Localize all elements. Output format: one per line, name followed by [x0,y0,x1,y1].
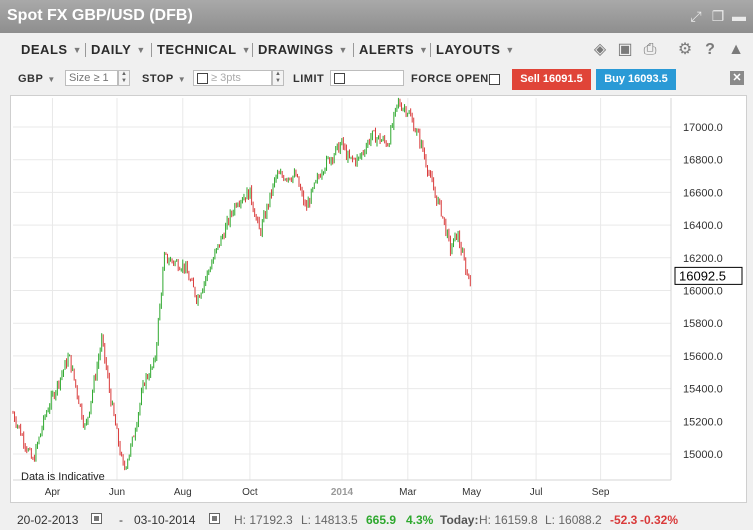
chevron-down-icon: ▼ [177,75,187,84]
stop-placeholder: ≥ 3pts [211,72,241,84]
toolbar-divider [430,43,431,57]
stop-input[interactable]: ≥ 3pts [193,70,272,86]
chevron-down-icon: ▼ [241,45,252,55]
x-tick-label: 2014 [331,487,354,498]
menu-alerts-label: ALERTS [359,42,414,57]
end-date[interactable]: 03-10-2014 [134,513,195,527]
y-tick-label: 15800.0 [683,318,723,330]
stop-checkbox[interactable] [197,73,208,84]
buy-button[interactable]: Buy 16093.5 [596,69,676,90]
toolbar-divider [151,43,152,57]
chevron-down-icon: ▼ [47,75,56,84]
x-tick-label: Apr [45,487,61,498]
stop-stepper[interactable]: ▲ ▼ [272,70,284,86]
x-tick-label: Oct [242,487,258,498]
menu-drawings[interactable]: DRAWINGS ▼ [258,42,348,57]
toolbar-divider [353,43,354,57]
menu-layouts[interactable]: LAYOUTS ▼ [436,42,515,57]
chevron-down-icon: ▼ [505,45,515,55]
x-tick-label: Jun [109,487,125,498]
today-change-pct: -0.32% [640,513,679,527]
period-change: 665.9 [366,513,397,527]
y-tick-label: 16000.0 [683,286,723,298]
today-low: L: 16088.2 [545,513,602,527]
x-tick-label: Sep [592,487,610,498]
calendar-icon[interactable] [209,513,220,524]
y-tick-label: 15200.0 [683,416,723,428]
title-bar: Spot FX GBP/USD (DFB) ⤢ ❐ ▬ [0,0,753,33]
force-open-label: FORCE OPEN [411,73,489,85]
y-tick-label: 16400.0 [683,220,723,232]
menu-technical-label: TECHNICAL [157,42,237,57]
x-tick-label: Jul [530,487,543,498]
y-tick-label: 17000.0 [683,122,723,134]
price-chart[interactable]: 15000.0 15200.0 15400.0 15600.0 15800.0 16000… [11,96,746,502]
size-input[interactable] [65,70,118,86]
y-tick-label: 16600.0 [683,187,723,199]
calendar-icon[interactable] [91,513,102,524]
limit-input[interactable] [330,70,404,86]
chevron-down-icon: ▼ [72,45,82,55]
gear-icon[interactable]: ⚙ [676,41,694,59]
limit-checkbox[interactable] [334,73,345,84]
currency-label: GBP [18,73,44,85]
limit-label: LIMIT [293,73,325,85]
menu-daily-label: DAILY [91,42,132,57]
restore-window-icon[interactable]: ❐ [710,8,726,24]
today-label: Today: [440,513,479,527]
y-tick-label: 15400.0 [683,384,723,396]
sell-button[interactable]: Sell 16091.5 [512,69,591,90]
size-stepper[interactable]: ▲ ▼ [118,70,130,86]
image-icon[interactable]: ▣ [616,41,634,59]
date-separator: - [119,513,123,527]
chart-window: Spot FX GBP/USD (DFB) ⤢ ❐ ▬ DEALS ▼ DAILY… [0,0,753,530]
menu-daily[interactable]: DAILY ▼ [91,42,146,57]
chevron-down-icon: ▼ [419,45,429,55]
toolbar-divider [252,43,253,57]
x-tick-label: May [462,487,481,498]
status-bar: 20-02-2013 - 03-10-2014 H: 17192.3 L: 14… [0,508,753,530]
force-open-checkbox[interactable] [489,74,500,85]
chevron-down-icon: ▼ [136,45,146,55]
expand-icon[interactable]: ⤢ [688,8,704,24]
today-high: H: 16159.8 [479,513,538,527]
deal-ticket-bar: GBP▼ ▲▼ STOP▼ ≥ 3pts ▲▼ LIMIT FORCE OPEN… [0,67,753,93]
y-tick-label: 15600.0 [683,351,723,363]
period-low: L: 14813.5 [301,513,358,527]
stop-label: STOP [142,73,174,85]
print-icon[interactable]: ⎙ [641,41,659,59]
menu-deals-label: DEALS [21,42,68,57]
stop-select[interactable]: STOP ▼ [142,73,186,85]
y-tick-label: 15000.0 [683,449,723,461]
chart-toolbar: DEALS ▼ DAILY ▼ TECHNICAL ▼ DRAWINGS ▼ ALERT… [0,33,753,67]
menu-alerts[interactable]: ALERTS ▼ [359,42,428,57]
toolbar-divider [85,43,86,57]
last-price-label: 16092.5 [679,268,726,283]
start-date[interactable]: 20-02-2013 [17,513,78,527]
menu-deals[interactable]: DEALS ▼ [21,42,82,57]
y-tick-label: 16800.0 [683,155,723,167]
period-high: H: 17192.3 [234,513,293,527]
close-ticket-icon[interactable]: ✕ [730,71,744,85]
x-tick-label: Aug [174,487,192,498]
window-title: Spot FX GBP/USD (DFB) [7,7,193,24]
layers-icon[interactable]: ◈ [591,41,609,59]
chart-panel[interactable]: 15000.0 15200.0 15400.0 15600.0 15800.0 16000… [10,95,747,503]
menu-layouts-label: LAYOUTS [436,42,501,57]
indicative-note: Data is Indicative [21,471,105,483]
y-tick-label: 16200.0 [683,253,723,265]
currency-select[interactable]: GBP ▼ [18,73,56,85]
today-change: -52.3 [610,513,638,527]
minimize-window-icon[interactable]: ▬ [731,8,747,24]
menu-technical[interactable]: TECHNICAL ▼ [157,42,251,57]
chevron-down-icon: ▼ [338,45,348,55]
help-icon[interactable]: ? [701,41,719,59]
period-change-pct: 4.3% [406,513,434,527]
maximize-icon[interactable]: ▲ [727,41,745,59]
menu-drawings-label: DRAWINGS [258,42,334,57]
x-tick-label: Mar [399,487,417,498]
